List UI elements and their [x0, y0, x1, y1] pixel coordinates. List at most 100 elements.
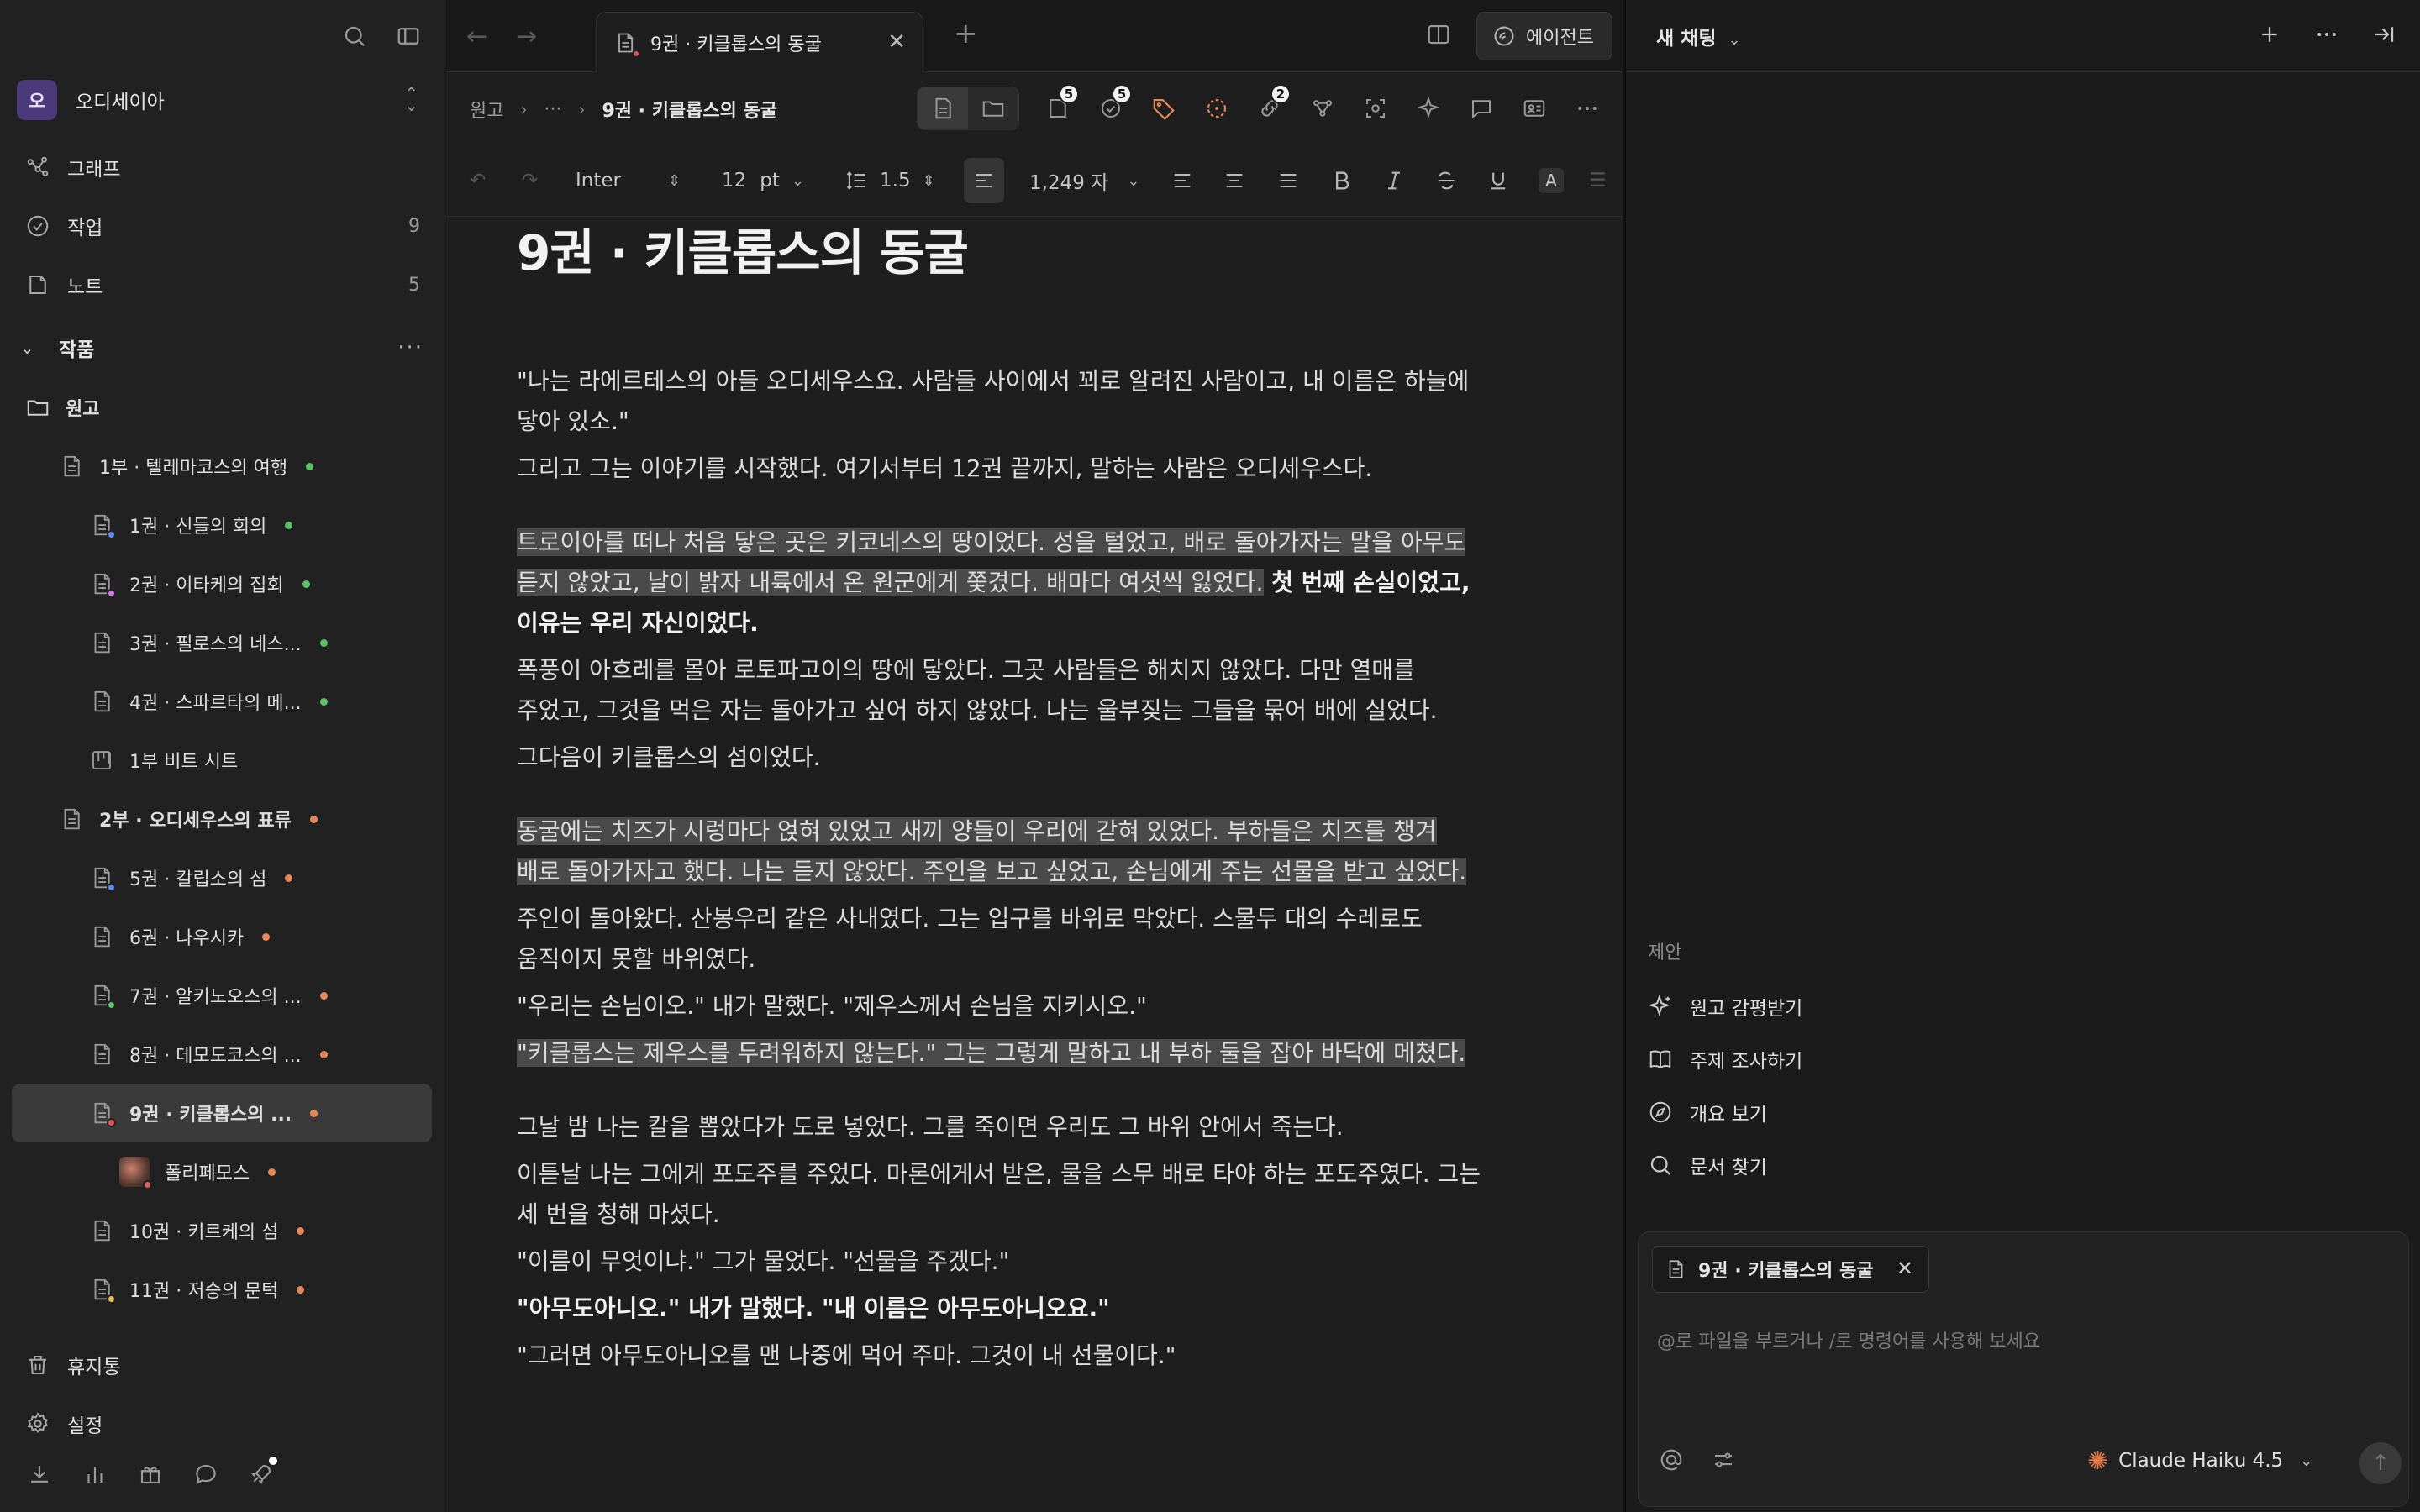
- more-icon[interactable]: [2312, 20, 2341, 49]
- agent-button[interactable]: 에이전트: [1476, 12, 1612, 60]
- strikethrough-icon[interactable]: [1434, 144, 1458, 216]
- tree-item[interactable]: 11권 · 저승의 문턱: [12, 1260, 432, 1319]
- chat-input[interactable]: [1657, 1316, 2380, 1367]
- tree-item[interactable]: 9권 · 키클롭스의 ...: [12, 1084, 432, 1142]
- suggestion-find-docs[interactable]: 문서 찾기: [1648, 1138, 2387, 1191]
- ai-sparkle-icon[interactable]: [1402, 86, 1455, 131]
- paragraph[interactable]: 그리고 그는 이야기를 시작했다. 여기서부터 12권 끝까지, 말하는 사람은…: [517, 449, 1559, 489]
- gift-icon[interactable]: [136, 1460, 165, 1488]
- underline-icon[interactable]: [1486, 144, 1510, 216]
- tree-item[interactable]: 5권 · 칼립소의 섬: [12, 848, 432, 907]
- paragraph-bold[interactable]: "아무도아니오." 내가 말했다. "내 이름은 아무도아니오요.": [517, 1289, 1559, 1329]
- new-chat-icon[interactable]: [2255, 20, 2284, 49]
- more-icon[interactable]: [1560, 86, 1613, 131]
- paragraph[interactable]: 폭풍이 아흐레를 몰아 로토파고이의 땅에 닿았다. 그곳 사람들은 해치지 않…: [517, 650, 1559, 731]
- align-justify-icon[interactable]: [1276, 144, 1300, 216]
- tree-item[interactable]: 8권 · 데모도코스의 ...: [12, 1025, 432, 1084]
- sidebar-item-trash[interactable]: 휴지통: [25, 1336, 420, 1394]
- paragraph[interactable]: "나는 라에르테스의 아들 오디세우스요. 사람들 사이에서 꾀로 알려진 사람…: [517, 361, 1559, 442]
- paragraph[interactable]: 주인이 돌아왔다. 산봉우리 같은 사내였다. 그는 입구를 바위로 막았다. …: [517, 899, 1559, 979]
- undo-icon[interactable]: ↶: [470, 144, 486, 216]
- tree-item[interactable]: 1부 비트 시트: [12, 731, 432, 790]
- paragraph[interactable]: "우리는 손님이오." 내가 말했다. "제우스께서 손님을 지키시오.": [517, 986, 1559, 1026]
- rocket-icon[interactable]: [247, 1457, 277, 1488]
- tree-item[interactable]: 1부 · 텔레마코스의 여행: [12, 437, 432, 496]
- split-view-icon[interactable]: [1426, 22, 1451, 50]
- document-title[interactable]: 9권 · 키클롭스의 동굴: [517, 220, 1559, 286]
- suggestion-review[interactable]: 원고 감평받기: [1648, 979, 2387, 1032]
- document-view-icon[interactable]: [918, 87, 968, 129]
- focus-icon[interactable]: [1349, 86, 1402, 131]
- paragraph-highlighted[interactable]: 트로이아를 떠나 처음 닿은 곳은 키코네스의 땅이었다. 성을 털었고, 배로…: [517, 522, 1559, 643]
- tree-item[interactable]: 2권 · 이타케의 집회: [12, 554, 432, 613]
- breadcrumb-root[interactable]: 원고: [470, 96, 503, 123]
- sidebar-item-graph[interactable]: 그래프: [25, 138, 420, 197]
- redo-icon[interactable]: ↷: [522, 144, 538, 216]
- font-size-select[interactable]: 12 pt ⌄: [722, 144, 804, 216]
- tag-icon[interactable]: [1137, 86, 1190, 131]
- notes-panel-icon[interactable]: 5: [1031, 84, 1084, 131]
- tree-item[interactable]: 6권 · 나우시카: [12, 907, 432, 966]
- align-left-icon[interactable]: [1171, 144, 1194, 216]
- model-select[interactable]: ✺ Claude Haiku 4.5 ⌄: [2087, 1442, 2312, 1479]
- settings-sliders-icon[interactable]: [1709, 1446, 1738, 1474]
- tree-item[interactable]: 폴리페모스: [12, 1142, 432, 1201]
- tree-item[interactable]: 10권 · 키르케의 섬: [12, 1201, 432, 1260]
- chat-title-select[interactable]: 새 채팅 ⌄: [1656, 22, 1741, 50]
- align-center-icon[interactable]: [1223, 144, 1246, 216]
- sidebar-item-settings[interactable]: 설정: [25, 1394, 420, 1453]
- section-works[interactable]: ⌄ 작품 ···: [20, 328, 424, 368]
- font-family-select[interactable]: Inter ⇕: [576, 144, 681, 216]
- paragraph[interactable]: 이튿날 나는 그에게 포도주를 주었다. 마론에게서 받은, 물을 스무 배로 …: [517, 1154, 1559, 1235]
- back-arrow-icon[interactable]: ←: [466, 22, 487, 51]
- tree-item[interactable]: 1권 · 신들의 회의: [12, 496, 432, 554]
- close-icon[interactable]: ✕: [1897, 1257, 1913, 1280]
- line-height-select[interactable]: 1.5 ⇕: [844, 144, 935, 216]
- download-icon[interactable]: [25, 1460, 54, 1488]
- tree-item[interactable]: 3권 · 필로스의 네스...: [12, 613, 432, 672]
- italic-icon[interactable]: [1382, 144, 1406, 216]
- new-tab-icon[interactable]: +: [954, 17, 978, 50]
- breadcrumb-ellipsis[interactable]: ···: [544, 99, 561, 120]
- paragraph[interactable]: 그다음이 키클롭스의 섬이었다.: [517, 738, 1559, 778]
- close-icon[interactable]: ✕: [887, 29, 906, 55]
- tab-active-document[interactable]: 9권 · 키클롭스의 동굴 ✕: [596, 12, 923, 72]
- paragraph[interactable]: 그날 밤 나는 칼을 뽑았다가 도로 넣었다. 그를 죽이면 우리도 그 바위 …: [517, 1107, 1559, 1147]
- paragraph-align-toggle[interactable]: [964, 158, 1004, 203]
- id-card-icon[interactable]: [1507, 86, 1560, 131]
- search-icon[interactable]: [340, 22, 369, 50]
- context-file-chip[interactable]: 9권 · 키클롭스의 동굴 ✕: [1652, 1246, 1929, 1293]
- suggestion-research[interactable]: 주제 조사하기: [1648, 1032, 2387, 1085]
- paragraph-highlighted[interactable]: 동굴에는 치즈가 시렁마다 얹혀 있었고 새끼 양들이 우리에 갇혀 있었다. …: [517, 811, 1559, 892]
- forward-arrow-icon[interactable]: →: [516, 22, 537, 51]
- tree-folder[interactable]: 원고: [12, 378, 432, 437]
- document-body[interactable]: 9권 · 키클롭스의 동굴 "나는 라에르테스의 아들 오디세우스요. 사람들 …: [517, 220, 1559, 1376]
- collapse-panel-icon[interactable]: [2370, 20, 2398, 49]
- sidebar-toggle-icon[interactable]: [394, 22, 423, 50]
- sidebar-item-notes[interactable]: 노트 5: [25, 255, 420, 314]
- tree-item[interactable]: 2부 · 오디세우스의 표류: [12, 790, 432, 848]
- send-button[interactable]: ↑: [2360, 1442, 2402, 1484]
- more-icon[interactable]: ···: [397, 335, 424, 360]
- status-circle-icon[interactable]: [1190, 86, 1243, 131]
- folder-view-icon[interactable]: [968, 87, 1018, 129]
- tree-item[interactable]: 4권 · 스파르타의 메...: [12, 672, 432, 731]
- tasks-panel-icon[interactable]: 5: [1084, 84, 1137, 131]
- graph-view-icon[interactable]: [1296, 86, 1349, 131]
- tree-item[interactable]: 7권 · 알키노오스의 ...: [12, 966, 432, 1025]
- paragraph-highlighted[interactable]: "키클롭스는 제우스를 두려워하지 않는다." 그는 그렇게 말하고 내 부하 …: [517, 1033, 1559, 1074]
- chat-bubble-icon[interactable]: [192, 1460, 220, 1488]
- bold-icon[interactable]: [1330, 144, 1354, 216]
- sidebar-item-tasks[interactable]: 작업 9: [25, 197, 420, 255]
- mention-icon[interactable]: [1657, 1446, 1686, 1474]
- text-color-icon[interactable]: A: [1539, 144, 1564, 216]
- stats-icon[interactable]: [81, 1460, 109, 1488]
- char-count-select[interactable]: 1,249 자 ⌄: [1029, 144, 1139, 216]
- link-icon[interactable]: 2: [1243, 84, 1296, 131]
- paragraph[interactable]: "그러면 아무도아니오를 맨 나중에 먹어 주마. 그것이 내 선물이다.": [517, 1336, 1559, 1376]
- paragraph[interactable]: "이름이 무엇이냐." 그가 물었다. "선물을 주겠다.": [517, 1242, 1559, 1282]
- comment-icon[interactable]: [1455, 86, 1507, 131]
- workspace-switcher[interactable]: 오 오디세이아 ⌃ ⌄: [17, 79, 429, 121]
- list-icon[interactable]: ☰: [1589, 144, 1607, 216]
- suggestion-outline[interactable]: 개요 보기: [1648, 1085, 2387, 1138]
